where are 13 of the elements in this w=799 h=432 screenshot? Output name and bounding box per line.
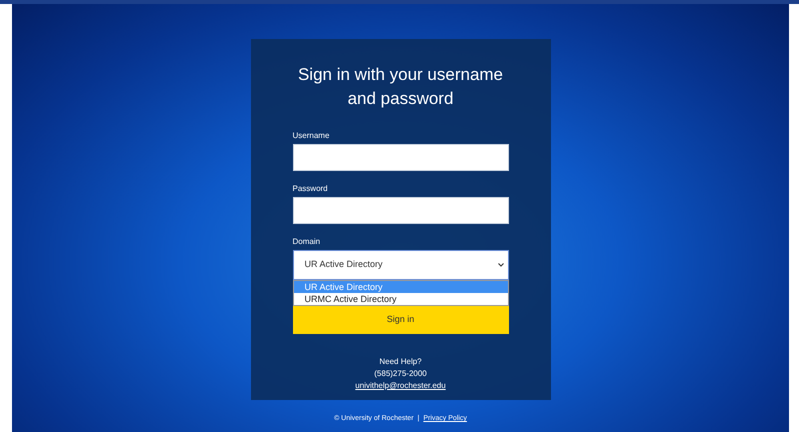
email-link[interactable]: univithelp@rochester.edu bbox=[355, 380, 446, 392]
select-value: UR Active Directory bbox=[304, 258, 383, 272]
help-heading: Need Help? bbox=[379, 356, 422, 368]
chevron-down-icon bbox=[498, 263, 504, 267]
field-label: Username bbox=[292, 131, 330, 141]
sign-in-button[interactable]: Sign in bbox=[292, 306, 508, 334]
field-label: Password bbox=[292, 184, 329, 194]
field-label: Domain bbox=[292, 237, 322, 247]
sign-in-heading: Sign in with your username and password bbox=[296, 64, 504, 110]
phone-number: (585)275-2000 bbox=[374, 368, 427, 380]
input-field[interactable] bbox=[292, 144, 508, 171]
domain-select[interactable]: UR Active Directory bbox=[292, 250, 508, 280]
input-field[interactable] bbox=[292, 197, 508, 224]
